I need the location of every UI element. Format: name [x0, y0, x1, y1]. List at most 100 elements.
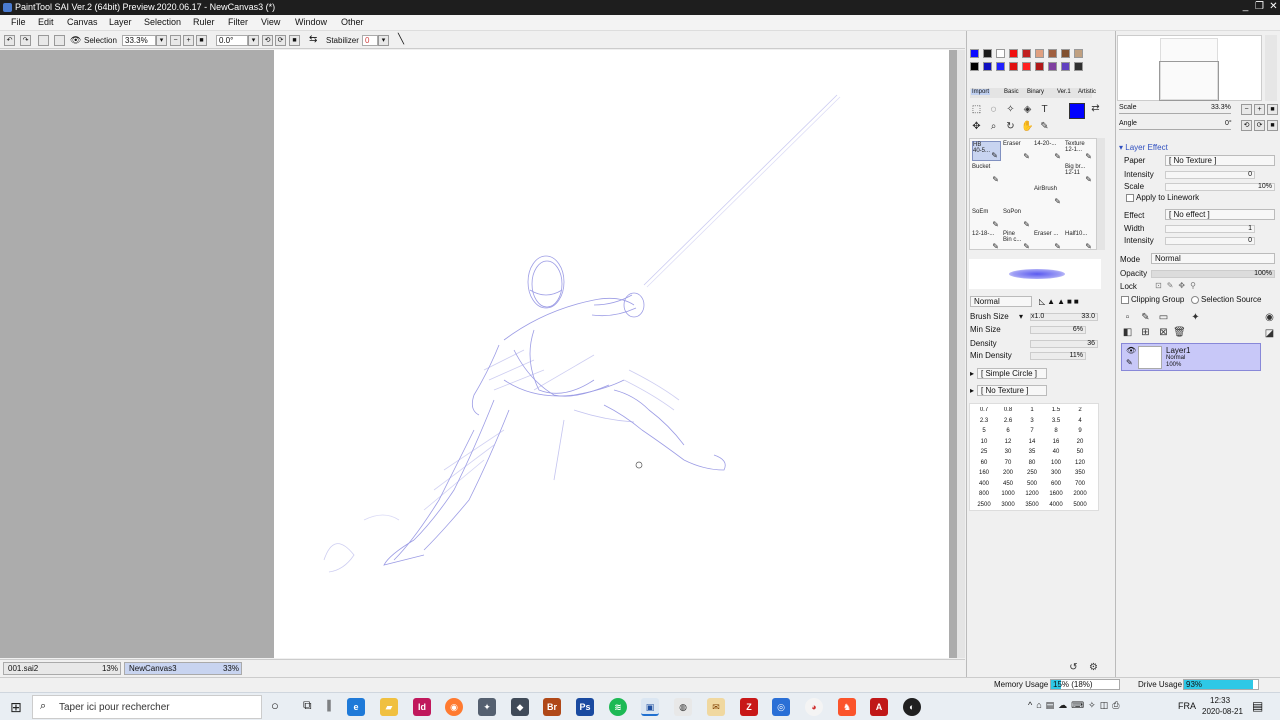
layer-panel-menu-icon[interactable]: ◉ — [1263, 311, 1276, 324]
min-density-slider[interactable]: 11% — [1030, 352, 1086, 360]
stabilizer-field[interactable]: 0 — [362, 35, 378, 46]
layer-row-layer1[interactable]: 👁 ✎ Layer1 Normal 100% — [1121, 343, 1261, 371]
color-swatch[interactable] — [983, 49, 992, 58]
notifications-icon[interactable]: ▤ — [1252, 699, 1263, 713]
brush-slot[interactable]: SoEm ✎ — [972, 209, 1001, 229]
acrobat-icon[interactable]: A — [870, 698, 888, 716]
zoom-in-icon[interactable]: + — [183, 35, 194, 46]
size-preset[interactable]: 700 — [1068, 481, 1092, 487]
tab-basic[interactable]: Basic — [1004, 89, 1019, 95]
doc-tab-001[interactable]: 001.sai2 13% — [3, 662, 121, 675]
menu-view[interactable]: View — [261, 17, 280, 27]
brush-slot[interactable]: Eraser ✎ — [1003, 141, 1032, 161]
size-preset[interactable]: 2 — [1068, 407, 1092, 413]
size-preset[interactable]: 1 — [1020, 407, 1044, 413]
color-swatch[interactable] — [1048, 49, 1057, 58]
size-preset[interactable]: 2000 — [1068, 491, 1092, 497]
size-preset[interactable]: 120 — [1068, 460, 1092, 466]
size-preset[interactable]: 35 — [1020, 449, 1044, 455]
le-intensity2-slider[interactable]: 0 — [1165, 237, 1255, 245]
task-view-icon[interactable]: ⧉ — [303, 698, 312, 713]
tab-import[interactable]: Import — [971, 89, 991, 95]
color-swatch[interactable] — [1035, 49, 1044, 58]
le-width-slider[interactable]: 1 — [1165, 225, 1255, 233]
size-preset[interactable]: 200 — [996, 470, 1020, 476]
taskbar-search-box[interactable]: ⌕ Taper ici pour rechercher — [32, 695, 262, 719]
maximize-button[interactable]: ❐ — [1254, 2, 1265, 13]
menu-edit[interactable]: Edit — [38, 17, 54, 27]
effect-select[interactable]: [ No effect ] — [1165, 209, 1275, 220]
size-preset[interactable]: 3500 — [1020, 502, 1044, 508]
opacity-slider[interactable]: 100% — [1151, 270, 1275, 278]
color-swatch[interactable] — [1074, 49, 1083, 58]
zoom-field[interactable]: 33.3% — [122, 35, 156, 46]
obs-icon[interactable]: ◐ — [903, 698, 921, 716]
brush-slot[interactable]: AirBrush ✎ — [1034, 186, 1063, 206]
density-slider[interactable]: 36 — [1030, 340, 1098, 348]
magic-wand-icon[interactable]: ✧ — [1004, 103, 1017, 116]
menu-canvas[interactable]: Canvas — [67, 17, 98, 27]
size-preset[interactable]: 2.3 — [972, 418, 996, 424]
brush-slot[interactable]: 12-18-... ✎ — [972, 231, 1001, 251]
color-swatch[interactable] — [1035, 62, 1044, 71]
size-preset[interactable]: 1000 — [996, 491, 1020, 497]
redo-icon[interactable]: ↷ — [20, 35, 31, 46]
system-tray-icons[interactable]: ^⌂▤☁⌨✧◫⎙ — [1028, 700, 1123, 711]
color-swatch[interactable] — [1009, 62, 1018, 71]
size-preset[interactable]: 40 — [1044, 449, 1068, 455]
brush-slot[interactable]: Half10... ✎ — [1065, 231, 1094, 251]
color-swatch[interactable] — [996, 62, 1005, 71]
file-explorer-icon[interactable]: ▰ — [380, 698, 398, 716]
size-preset[interactable]: 1600 — [1044, 491, 1068, 497]
brush-slot[interactable]: Texture 12-1... ✎ — [1065, 141, 1094, 161]
photoshop-icon[interactable]: Ps — [576, 698, 594, 716]
zoom-out-icon[interactable]: − — [170, 35, 181, 46]
size-preset[interactable]: 300 — [1044, 470, 1068, 476]
size-preset[interactable]: 7 — [1020, 428, 1044, 434]
rotation-dropdown-icon[interactable]: ▾ — [248, 35, 259, 46]
invert-selection-icon[interactable] — [54, 35, 65, 46]
size-preset[interactable]: 70 — [996, 460, 1020, 466]
brush-slot[interactable]: Big br... 12-11 ✎ — [1065, 164, 1094, 184]
mode-select[interactable]: Normal — [1151, 253, 1275, 264]
line-tool-icon[interactable]: ╲ — [398, 34, 404, 45]
layer-mask-icon[interactable]: ◧ — [1121, 326, 1134, 339]
size-preset[interactable]: 4000 — [1044, 502, 1068, 508]
min-size-slider[interactable]: 6% — [1030, 326, 1086, 334]
brush-slot[interactable]: 14-20-... ✎ — [1034, 141, 1063, 161]
brave-icon[interactable]: ♞ — [838, 698, 856, 716]
brush-slot[interactable]: Bucket ✎ — [972, 164, 1001, 184]
rotate-left-icon[interactable]: ⟲ — [262, 35, 273, 46]
indesign-icon[interactable]: Id — [413, 698, 431, 716]
color-swatch[interactable] — [970, 49, 979, 58]
size-preset[interactable]: 12 — [996, 439, 1020, 445]
size-preset[interactable]: 800 — [972, 491, 996, 497]
firefox-icon[interactable]: ◉ — [445, 698, 463, 716]
size-preset[interactable]: 2.6 — [996, 418, 1020, 424]
brush-slot[interactable]: Eraser ... ✎ — [1034, 231, 1063, 251]
brush-tip-shapes[interactable]: ◺▲▲■■ — [1039, 297, 1081, 306]
size-preset[interactable]: 0.8 — [996, 407, 1020, 413]
navigator-preview[interactable] — [1117, 35, 1262, 101]
color-swatch[interactable] — [1061, 62, 1070, 71]
menu-window[interactable]: Window — [295, 17, 327, 27]
clear-layer-icon[interactable]: ⊠ — [1157, 326, 1170, 339]
drawing-canvas[interactable] — [274, 50, 949, 658]
nav-rotate-reset-icon[interactable]: ■ — [1267, 120, 1278, 131]
size-preset[interactable]: 1.5 — [1044, 407, 1068, 413]
navigator-scrollbar[interactable] — [1265, 35, 1277, 101]
navigator-viewport[interactable] — [1159, 61, 1219, 101]
size-preset[interactable]: 3 — [1020, 418, 1044, 424]
eyedropper-icon[interactable]: ✎ — [1038, 120, 1051, 133]
rotate-right-icon[interactable]: ⟳ — [275, 35, 286, 46]
brush-shape-select[interactable]: [ Simple Circle ] — [977, 368, 1047, 379]
new-linework-layer-icon[interactable]: ✎ — [1139, 311, 1152, 324]
size-preset[interactable]: 100 — [1044, 460, 1068, 466]
menu-other[interactable]: Other — [341, 17, 364, 27]
zoom-icon[interactable]: ⌕ — [987, 120, 1000, 133]
undo-icon[interactable]: ↶ — [4, 35, 15, 46]
swap-colors-icon[interactable]: ⇄ — [1089, 102, 1102, 115]
cortana-icon[interactable]: ○ — [271, 698, 279, 713]
doc-tab-newcanvas3[interactable]: NewCanvas3 33% — [124, 662, 242, 675]
selection-source-radio[interactable] — [1191, 296, 1199, 304]
